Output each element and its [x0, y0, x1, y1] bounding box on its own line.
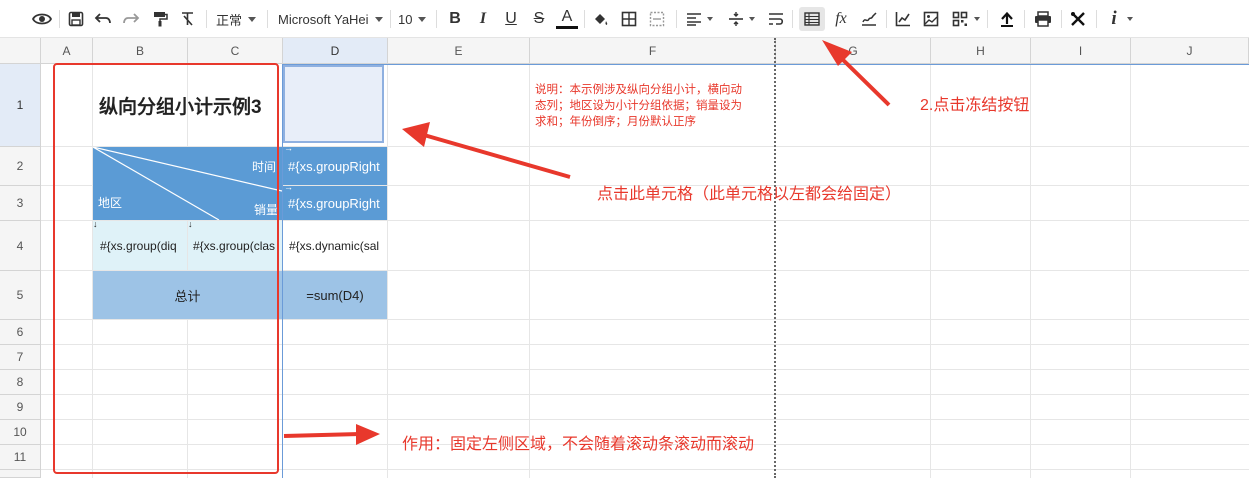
arrow-to-cell: [423, 133, 571, 179]
arrow-effect: [283, 432, 361, 438]
annotation-arrows: [283, 40, 891, 445]
arrowhead-cell: [402, 122, 430, 147]
arrow-to-freeze: [835, 52, 891, 107]
arrowhead-effect: [356, 424, 380, 445]
